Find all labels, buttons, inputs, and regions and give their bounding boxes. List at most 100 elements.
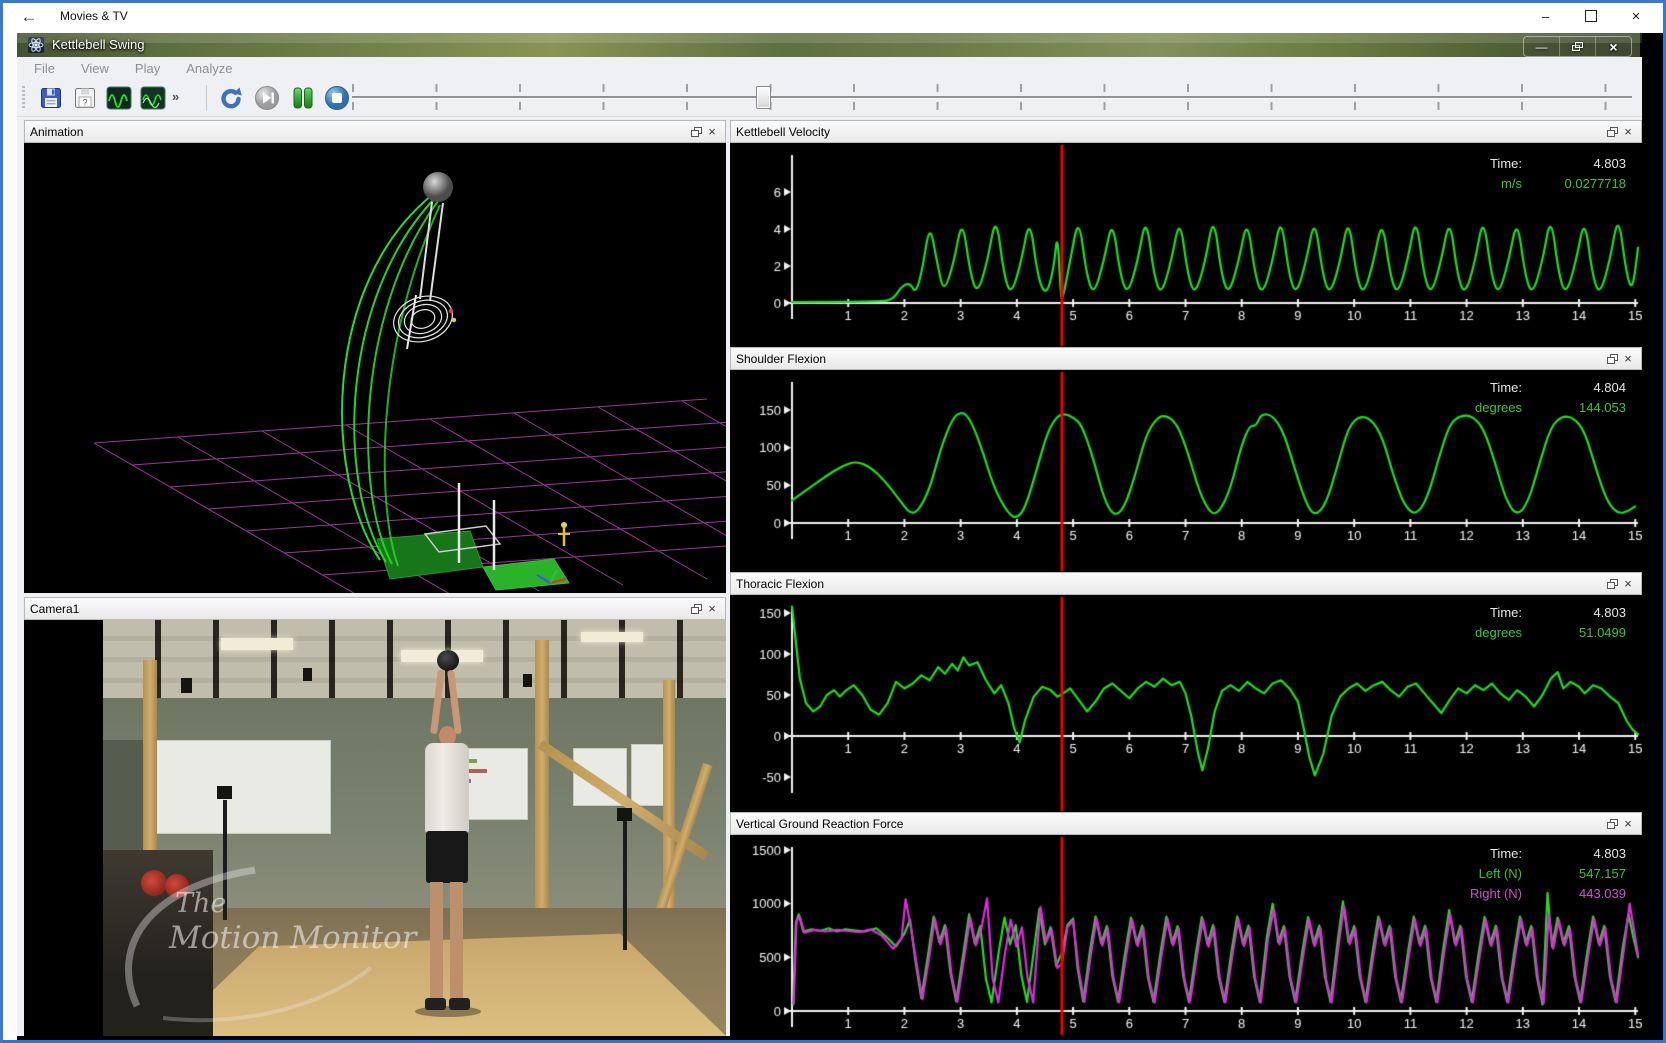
stop-button[interactable] — [322, 83, 352, 113]
menu-file[interactable]: File — [34, 61, 55, 76]
stop-icon — [324, 85, 350, 111]
maximize-button[interactable] — [1568, 0, 1613, 32]
app-restore-icon — [1572, 42, 1583, 52]
close-icon: × — [1624, 576, 1632, 591]
menu-analyze[interactable]: Analyze — [186, 61, 232, 76]
app-minimize-button[interactable]: — — [1524, 37, 1560, 56]
minimize-button[interactable]: – — [1523, 0, 1568, 32]
timeline-track[interactable] — [352, 96, 1632, 99]
toolbar-separator — [206, 85, 207, 111]
thoracic-panel-header[interactable]: Thoracic Flexion × — [730, 572, 1642, 595]
toolbar-grip[interactable] — [22, 86, 25, 110]
animation-panel-title: Animation — [30, 125, 688, 139]
time-label: Time: — [1340, 605, 1522, 620]
menu-view[interactable]: View — [81, 61, 109, 76]
timeline-slider-handle[interactable] — [756, 86, 771, 109]
animation-panel-header[interactable]: Animation × — [24, 120, 726, 143]
float-icon — [691, 604, 702, 614]
float-icon — [1607, 579, 1618, 589]
left-force-value: 547.157 — [1522, 866, 1632, 881]
waveform-record-button[interactable] — [138, 83, 168, 113]
shoulder-float-button[interactable] — [1604, 351, 1620, 367]
force-plate-green — [377, 531, 483, 579]
velocity-panel-header[interactable]: Kettlebell Velocity × — [730, 120, 1642, 143]
timeline-slider[interactable] — [352, 82, 1632, 112]
grf-panel-title: Vertical Ground Reaction Force — [736, 817, 1604, 831]
unit-label: degrees — [1340, 625, 1522, 640]
os-titlebar: ← Movies & TV – × — [0, 0, 1666, 33]
toolbar-overflow-button[interactable]: » — [172, 89, 179, 104]
animation-close-button[interactable]: × — [704, 124, 720, 140]
thoracic-float-button[interactable] — [1604, 576, 1620, 592]
menu-bar: File View Play Analyze — [17, 57, 1642, 80]
replay-button[interactable] — [216, 83, 246, 113]
thoracic-close-button[interactable]: × — [1620, 576, 1636, 592]
force-plate-bright — [483, 559, 569, 590]
window-border-left — [0, 0, 3, 1043]
watermark-line1: The — [175, 888, 226, 919]
grf-panel-header[interactable]: Vertical Ground Reaction Force × — [730, 812, 1642, 835]
load-file-icon: ? — [74, 87, 96, 109]
camera-float-button[interactable] — [688, 601, 704, 617]
pause-icon — [290, 85, 316, 111]
close-button[interactable]: × — [1613, 0, 1659, 32]
play-button[interactable] — [252, 83, 282, 113]
thoracic-readout: Time:4.803 degrees51.0499 — [1340, 602, 1632, 642]
time-value: 4.803 — [1522, 846, 1632, 861]
float-icon — [1607, 127, 1618, 137]
close-icon: × — [1632, 8, 1641, 25]
time-label: Time: — [1340, 380, 1522, 395]
velocity-close-button[interactable]: × — [1620, 124, 1636, 140]
skeleton-figure — [388, 172, 459, 349]
grf-close-button[interactable]: × — [1620, 816, 1636, 832]
replay-icon — [218, 85, 244, 111]
camera-video-frame: The Motion Monitor — [103, 620, 726, 1036]
svg-text:?: ? — [82, 98, 87, 108]
shoulder-value: 144.053 — [1522, 400, 1632, 415]
left-margin — [3, 33, 17, 1040]
unit-label: degrees — [1340, 400, 1522, 415]
animation-float-button[interactable] — [688, 124, 704, 140]
app-titlebar[interactable]: Kettlebell Swing — × — [17, 33, 1642, 57]
right-force-label: Right (N) — [1340, 886, 1522, 901]
yellow-marker — [558, 522, 570, 546]
app-restore-button[interactable] — [1560, 37, 1596, 56]
shoulder-panel-title: Shoulder Flexion — [736, 352, 1604, 366]
time-value: 4.804 — [1522, 380, 1632, 395]
timeline-ticks-top — [352, 84, 1632, 92]
grf-float-button[interactable] — [1604, 816, 1620, 832]
os-window-title: Movies & TV — [60, 9, 128, 23]
back-arrow-icon: ← — [21, 7, 38, 27]
minimize-icon: – — [1542, 9, 1549, 24]
ribcage — [388, 289, 459, 349]
float-icon — [1607, 819, 1618, 829]
velocity-panel-title: Kettlebell Velocity — [736, 125, 1604, 139]
right-force-value: 443.039 — [1522, 886, 1632, 901]
back-button[interactable]: ← — [12, 4, 46, 29]
velocity-float-button[interactable] — [1604, 124, 1620, 140]
menu-play[interactable]: Play — [135, 61, 160, 76]
app-close-button[interactable]: × — [1596, 37, 1631, 56]
save-button[interactable] — [36, 83, 66, 113]
close-icon: × — [1624, 816, 1632, 831]
waveform-display-button[interactable] — [104, 83, 134, 113]
left-force-label: Left (N) — [1340, 866, 1522, 881]
thoracic-value: 51.0499 — [1522, 625, 1632, 640]
save-icon — [40, 87, 62, 109]
shoulder-readout: Time:4.804 degrees144.053 — [1340, 377, 1632, 417]
animation-viewport[interactable] — [24, 143, 726, 593]
kettlebell-3d — [423, 172, 453, 202]
app-title: Kettlebell Swing — [52, 37, 145, 52]
camera-close-button[interactable]: × — [704, 601, 720, 617]
shoulder-panel-header[interactable]: Shoulder Flexion × — [730, 347, 1642, 370]
camera-panel-header[interactable]: Camera1 × — [24, 597, 726, 620]
app-close-icon: × — [1609, 39, 1617, 55]
close-icon: × — [1624, 351, 1632, 366]
app-logo-atom-icon — [28, 37, 44, 53]
load-button[interactable]: ? — [70, 83, 100, 113]
shoulder-close-button[interactable]: × — [1620, 351, 1636, 367]
thoracic-panel-title: Thoracic Flexion — [736, 577, 1604, 591]
pause-button[interactable] — [288, 83, 318, 113]
watermark-line2: Motion Monitor — [168, 920, 419, 956]
time-value: 4.803 — [1522, 156, 1632, 171]
